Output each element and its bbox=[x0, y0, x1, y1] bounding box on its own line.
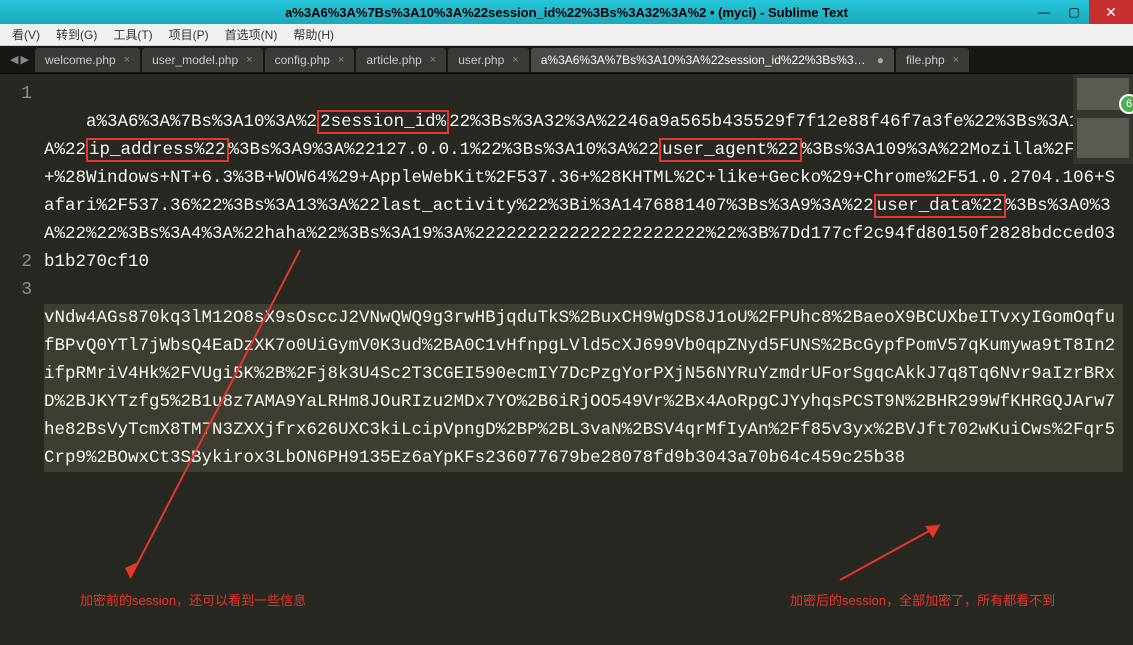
window-title: a%3A6%3A%7Bs%3A10%3A%22session_id%22%3Bs… bbox=[285, 5, 848, 20]
tab-config[interactable]: config.php × bbox=[265, 48, 355, 72]
highlight-user-data: user_data%22 bbox=[874, 194, 1006, 218]
highlight-user-agent: user_agent%22 bbox=[659, 138, 802, 162]
menu-help[interactable]: 帮助(H) bbox=[285, 26, 342, 43]
highlight-ip-address: ip_address%22 bbox=[86, 138, 229, 162]
tab-article[interactable]: article.php × bbox=[356, 48, 446, 72]
code-content[interactable]: a%3A6%3A%7Bs%3A10%3A%22session_id%22%3Bs… bbox=[40, 74, 1133, 640]
dirty-indicator-icon: ● bbox=[877, 53, 884, 67]
code-line-2 bbox=[44, 280, 55, 300]
minimap[interactable] bbox=[1073, 74, 1133, 164]
tab-user[interactable]: user.php × bbox=[448, 48, 528, 72]
tab-bar: ◀ ▶ welcome.php × user_model.php × confi… bbox=[0, 46, 1133, 74]
tab-label: a%3A6%3A%7Bs%3A10%3A%22session_id%22%3Bs… bbox=[541, 53, 871, 67]
tab-welcome[interactable]: welcome.php × bbox=[35, 48, 140, 72]
menu-preferences[interactable]: 首选项(N) bbox=[217, 26, 286, 43]
tab-nav-arrows: ◀ ▶ bbox=[4, 53, 35, 66]
close-icon[interactable]: × bbox=[512, 54, 518, 66]
tab-nav-right-icon[interactable]: ▶ bbox=[20, 53, 28, 66]
window-controls: — ▢ ✕ bbox=[1029, 0, 1133, 24]
menu-goto[interactable]: 转到(G) bbox=[48, 26, 105, 43]
code-line-3: vNdw4AGs870kq3lM12O8sX9sOsccJ2VNwQWQ9g3r… bbox=[44, 304, 1123, 472]
title-bar: a%3A6%3A%7Bs%3A10%3A%22session_id%22%3Bs… bbox=[0, 0, 1133, 24]
tab-label: file.php bbox=[906, 53, 945, 67]
tab-session-id[interactable]: a%3A6%3A%7Bs%3A10%3A%22session_id%22%3Bs… bbox=[531, 48, 894, 72]
highlight-session-id: 2session_id% bbox=[317, 110, 449, 134]
close-icon[interactable]: × bbox=[338, 54, 344, 66]
line-number: 1 bbox=[0, 80, 32, 108]
tab-user-model[interactable]: user_model.php × bbox=[142, 48, 263, 72]
line-number: 2 bbox=[0, 248, 32, 276]
editor-area[interactable]: 1 2 3 a%3A6%3A%7Bs%3A10%3A%22session_id%… bbox=[0, 74, 1133, 640]
maximize-button[interactable]: ▢ bbox=[1059, 0, 1089, 24]
menu-tools[interactable]: 工具(T) bbox=[105, 26, 160, 43]
close-icon[interactable]: × bbox=[430, 54, 436, 66]
minimize-button[interactable]: — bbox=[1029, 0, 1059, 24]
menu-project[interactable]: 项目(P) bbox=[161, 26, 217, 43]
code-line-1: a%3A6%3A%7Bs%3A10%3A%22session_id%22%3Bs… bbox=[44, 112, 1115, 272]
tab-nav-left-icon[interactable]: ◀ bbox=[10, 53, 18, 66]
line-number: 3 bbox=[0, 276, 32, 304]
gutter: 1 2 3 bbox=[0, 74, 40, 640]
menu-view[interactable]: 看(V) bbox=[4, 26, 48, 43]
notification-badge[interactable]: 6 bbox=[1119, 94, 1133, 114]
menu-bar: 看(V) 转到(G) 工具(T) 项目(P) 首选项(N) 帮助(H) bbox=[0, 24, 1133, 46]
close-icon[interactable]: × bbox=[124, 54, 130, 66]
tab-label: user_model.php bbox=[152, 53, 238, 67]
tab-label: welcome.php bbox=[45, 53, 116, 67]
tab-file[interactable]: file.php × bbox=[896, 48, 969, 72]
tab-label: user.php bbox=[458, 53, 504, 67]
tab-label: config.php bbox=[275, 53, 330, 67]
tab-label: article.php bbox=[366, 53, 421, 67]
close-button[interactable]: ✕ bbox=[1089, 0, 1133, 24]
close-icon[interactable]: × bbox=[246, 54, 252, 66]
close-icon[interactable]: × bbox=[953, 54, 959, 66]
